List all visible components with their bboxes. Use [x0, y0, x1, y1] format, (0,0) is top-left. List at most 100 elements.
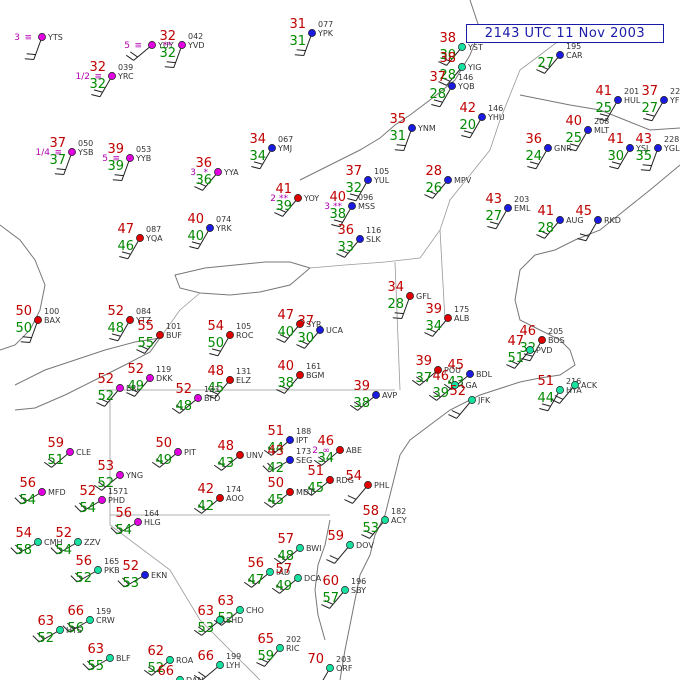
- temperature-label: 50: [15, 304, 32, 319]
- station-id-label: SLK: [366, 235, 382, 244]
- station-id-label: YQA: [145, 234, 163, 243]
- pressure-label: 228: [664, 135, 679, 144]
- station-id-label: EKN: [151, 571, 167, 580]
- temperature-label: 41: [607, 132, 624, 147]
- station-id-label: LYH: [226, 661, 240, 670]
- station-id-label: PVD: [536, 346, 552, 355]
- sky-cover-symbol: [556, 386, 564, 394]
- sky-cover-symbol: [538, 336, 546, 344]
- sky-cover-symbol: [216, 616, 224, 624]
- station-id-label: ROA: [176, 656, 194, 665]
- pressure-label: 105: [236, 322, 251, 331]
- sky-cover-symbol: [408, 124, 416, 132]
- visibility-label: 2: [312, 446, 318, 456]
- dewpoint-label: 25: [565, 131, 582, 146]
- sky-cover-symbol: [372, 391, 380, 399]
- dewpoint-label: 53: [122, 576, 139, 591]
- station-id-label: PKB: [104, 566, 120, 575]
- temperature-label: 58: [362, 504, 379, 519]
- pressure-label: 039: [118, 63, 133, 72]
- visibility-label: 3: [324, 202, 330, 212]
- temperature-label: 52: [122, 559, 139, 574]
- station-id-label: ACY: [391, 516, 407, 525]
- sky-cover-symbol: [141, 571, 149, 579]
- pressure-label: 077: [318, 20, 333, 29]
- sky-cover-symbol: [381, 516, 389, 524]
- temperature-label: 47: [507, 334, 524, 349]
- temperature-label: 48: [207, 364, 224, 379]
- temperature-label: 46: [432, 369, 449, 384]
- sky-cover-symbol: [356, 235, 364, 243]
- sky-cover-symbol: [444, 176, 452, 184]
- pressure-label: 201: [624, 87, 639, 96]
- visibility-label: 3: [190, 168, 196, 178]
- temperature-label: 57: [277, 532, 294, 547]
- dewpoint-label: 54: [55, 543, 72, 558]
- station-id-label: YPK: [317, 29, 334, 38]
- pressure-label: 096: [358, 193, 373, 202]
- dewpoint-label: 53: [362, 521, 379, 536]
- dewpoint-label: 34: [249, 149, 266, 164]
- visibility-label: 5: [102, 154, 108, 164]
- pressure-label: 101: [166, 322, 181, 331]
- station-id-label: ACK: [581, 381, 598, 390]
- sky-cover-symbol: [444, 314, 452, 322]
- station-id-label: YGL: [663, 144, 680, 153]
- dewpoint-label: 50: [207, 336, 224, 351]
- temperature-label: 37: [345, 164, 362, 179]
- dewpoint-label: 28: [429, 87, 446, 102]
- dewpoint-label: 40: [277, 325, 294, 340]
- pressure-label: 173: [296, 447, 311, 456]
- sky-cover-symbol: [226, 376, 234, 384]
- station-id-label: BDL: [476, 370, 493, 379]
- sky-cover-symbol: [38, 488, 46, 496]
- pressure-label: 202: [286, 635, 301, 644]
- sky-cover-symbol: [556, 216, 564, 224]
- temperature-label: 42: [197, 482, 214, 497]
- station-id-label: IPT: [296, 436, 308, 445]
- station-id-label: CLE: [76, 448, 91, 457]
- valid-time-stamp: 2143 UTC 11 Nov 2003: [466, 24, 664, 43]
- dewpoint-label: 58: [15, 543, 32, 558]
- sky-cover-symbol: [116, 384, 124, 392]
- pressure-label: 074: [216, 215, 231, 224]
- station-id-label: PHD: [108, 496, 125, 505]
- station-id-label: DKK: [156, 374, 173, 383]
- dewpoint-label: 50: [15, 321, 32, 336]
- sky-cover-symbol: [226, 331, 234, 339]
- station-id-label: ELZ: [236, 376, 252, 385]
- sky-cover-symbol: [626, 144, 634, 152]
- temperature-label: 47: [277, 308, 294, 323]
- temperature-label: 45: [575, 204, 592, 219]
- dewpoint-label: 42: [197, 499, 214, 514]
- station-id-label: YHU: [487, 113, 505, 122]
- station-id-label: DAN: [186, 676, 203, 680]
- present-weather-symbol: ≡: [134, 41, 142, 51]
- pressure-label: 042: [188, 32, 203, 41]
- sky-cover-symbol: [166, 656, 174, 664]
- sky-cover-symbol: [654, 144, 662, 152]
- station-id-label: BLF: [116, 654, 131, 663]
- sky-cover-symbol: [68, 148, 76, 156]
- dewpoint-label: 48: [107, 321, 124, 336]
- sky-cover-symbol: [326, 664, 334, 672]
- temperature-label: 52: [79, 484, 96, 499]
- dewpoint-label: 25: [595, 101, 612, 116]
- station-id-label: MDT: [296, 488, 314, 497]
- sky-cover-symbol: [94, 566, 102, 574]
- station-id-label: DCA: [304, 574, 322, 583]
- dewpoint-label: 28: [537, 221, 554, 236]
- dewpoint-label: 38: [277, 376, 294, 391]
- sky-cover-symbol: [308, 29, 316, 37]
- station-id-label: HTS: [66, 626, 82, 635]
- pressure-label: 205: [548, 327, 563, 336]
- present-weather-symbol: **: [333, 202, 343, 212]
- present-weather-symbol: ≡: [112, 154, 120, 164]
- dewpoint-label: 48: [175, 399, 192, 414]
- sky-cover-symbol: [276, 644, 284, 652]
- pressure-label: 174: [226, 485, 241, 494]
- dewpoint-label: 52: [37, 631, 54, 646]
- temperature-label: 55: [137, 319, 154, 334]
- dewpoint-label: 57: [322, 591, 339, 606]
- station-id-label: MPV: [454, 176, 472, 185]
